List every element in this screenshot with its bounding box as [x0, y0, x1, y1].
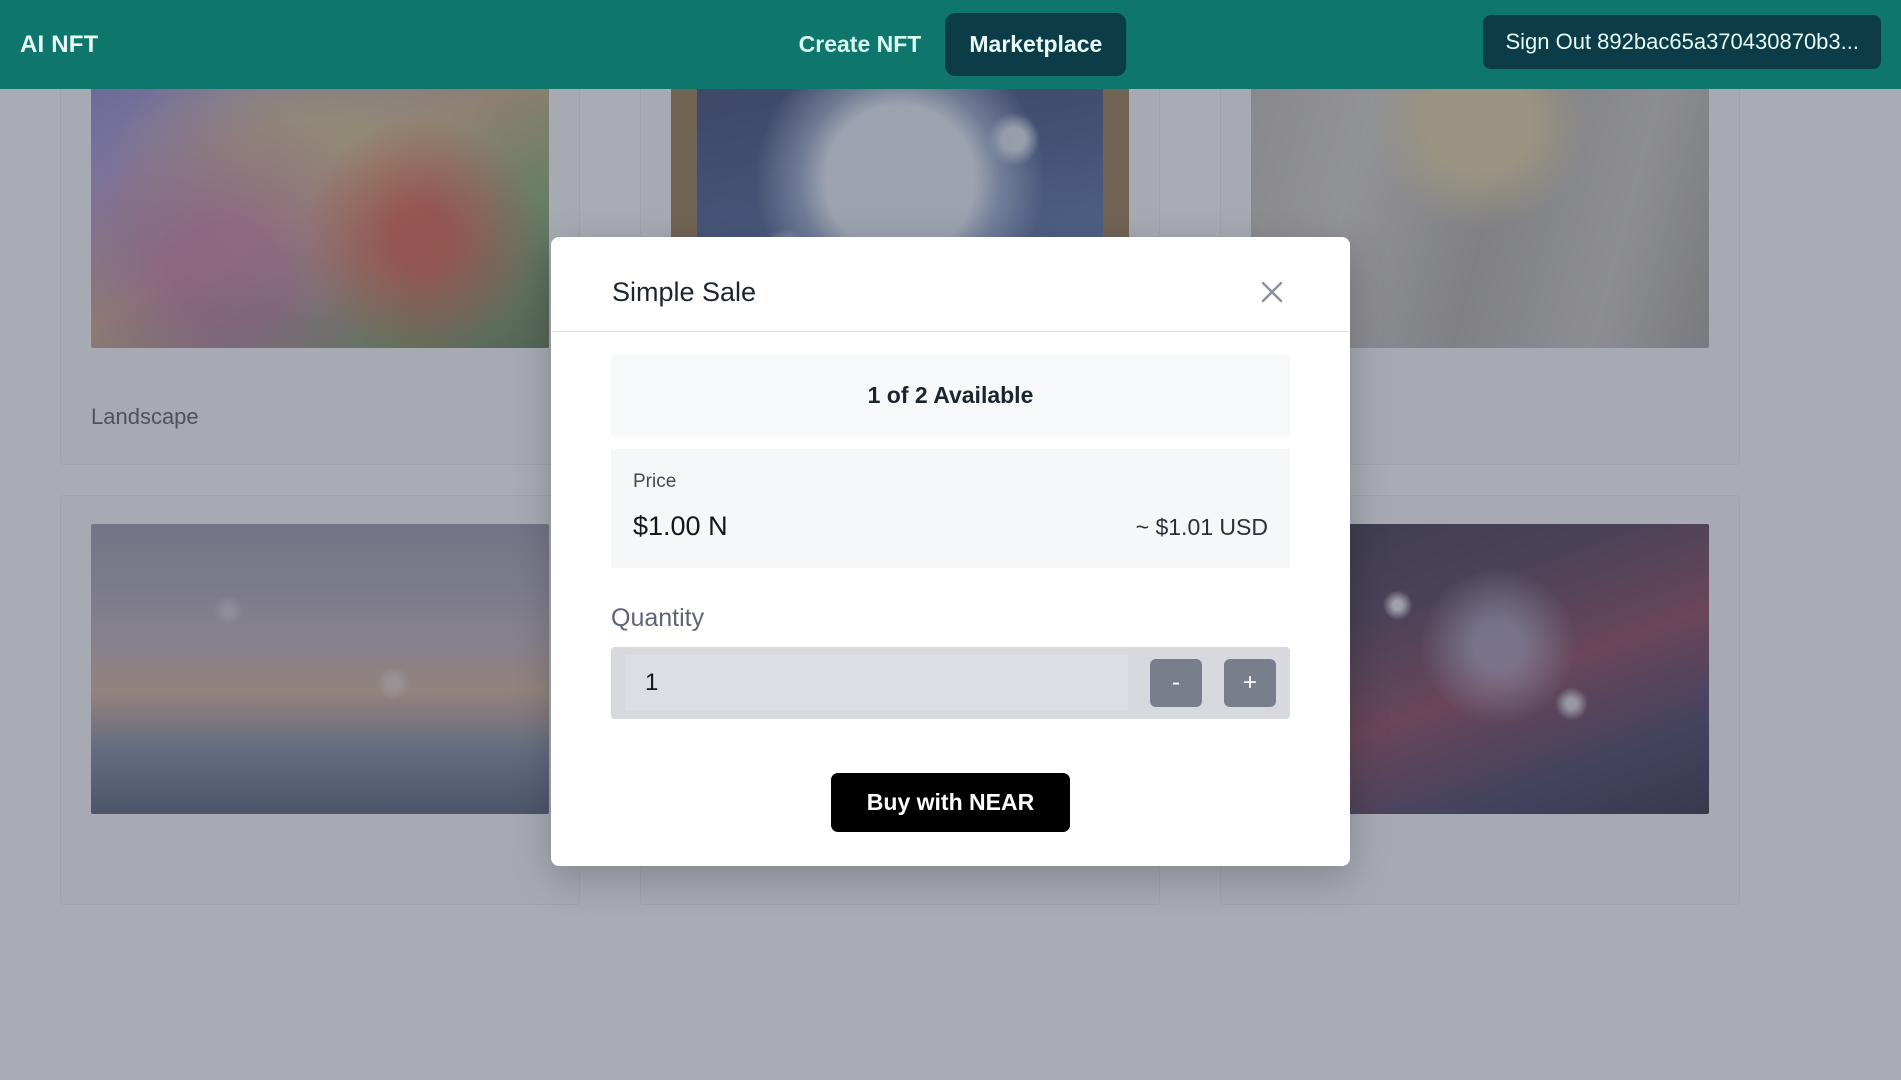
quantity-decrement-button[interactable]: -	[1150, 659, 1202, 707]
price-row: $1.00 N ~ $1.01 USD	[633, 511, 1268, 542]
modal-body: 1 of 2 Available Price $1.00 N ~ $1.01 U…	[551, 354, 1350, 832]
quantity-increment-button[interactable]: +	[1224, 659, 1276, 707]
price-usd-approx: ~ $1.01 USD	[1135, 514, 1268, 540]
sign-out-button[interactable]: Sign Out 892bac65a370430870b3...	[1483, 15, 1881, 69]
modal-header: Simple Sale	[552, 237, 1349, 332]
quantity-label: Quantity	[611, 604, 705, 632]
top-navbar: AI NFT Create NFT Marketplace Sign Out 8…	[0, 0, 1901, 89]
price-box: Price $1.00 N ~ $1.01 USD	[611, 449, 1290, 568]
app-brand: AI NFT	[20, 30, 99, 58]
price-label: Price	[633, 471, 677, 492]
price-near-amount: $1.00 N	[633, 511, 728, 541]
nav-link-marketplace[interactable]: Marketplace	[945, 13, 1127, 76]
quantity-input[interactable]	[625, 655, 1128, 711]
availability-banner: 1 of 2 Available	[611, 354, 1290, 437]
modal-title: Simple Sale	[612, 276, 757, 307]
quantity-stepper: - +	[611, 647, 1290, 719]
buy-with-near-button[interactable]: Buy with NEAR	[830, 773, 1071, 832]
buy-action-row: Buy with NEAR	[611, 773, 1290, 832]
close-icon[interactable]	[1255, 275, 1289, 309]
nav-link-create-nft[interactable]: Create NFT	[775, 15, 946, 74]
simple-sale-modal: Simple Sale 1 of 2 Available Price $1.00…	[551, 237, 1350, 866]
primary-nav: Create NFT Marketplace	[775, 13, 1127, 76]
